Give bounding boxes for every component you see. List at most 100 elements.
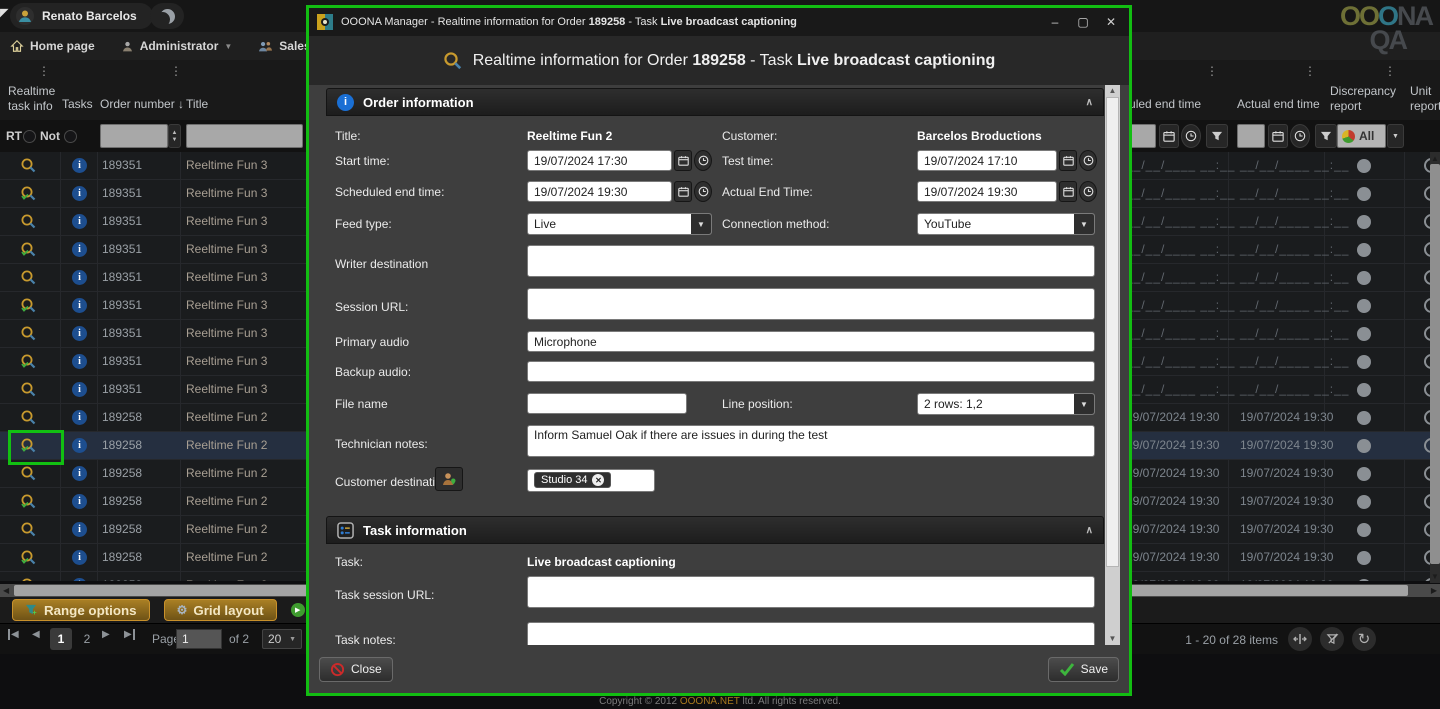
scroll-left-icon[interactable]: ◀ xyxy=(3,584,9,597)
scheduled-calendar-button[interactable] xyxy=(1159,124,1179,148)
task-info-button[interactable]: i xyxy=(72,466,87,481)
remove-tag-icon[interactable]: ✕ xyxy=(592,474,604,486)
collapse-chevron-icon[interactable]: ∧ xyxy=(1086,525,1093,536)
vertical-scrollbar[interactable]: ▲ ▼ xyxy=(1430,152,1440,583)
scheduled-end-input[interactable] xyxy=(527,181,672,202)
task-info-button[interactable]: i xyxy=(72,438,87,453)
scroll-up-icon[interactable]: ▲ xyxy=(1105,85,1120,97)
actual-calendar-button[interactable] xyxy=(1268,124,1288,148)
realtime-info-magnifier-button[interactable] xyxy=(20,437,38,455)
realtime-info-magnifier-button[interactable] xyxy=(20,297,38,315)
task-info-button[interactable]: i xyxy=(72,578,87,581)
title-filter-input[interactable] xyxy=(186,124,303,148)
technician-notes-textarea[interactable]: Inform Samuel Oak if there are issues in… xyxy=(527,425,1095,457)
test-time-button[interactable] xyxy=(1079,150,1097,171)
scheduled-time-button[interactable] xyxy=(1181,124,1201,148)
realtime-info-magnifier-button[interactable] xyxy=(20,241,38,259)
task-information-header[interactable]: Task information ∧ xyxy=(326,516,1104,544)
task-info-button[interactable]: i xyxy=(72,214,87,229)
dialog-scrollbar-thumb[interactable] xyxy=(1106,97,1119,567)
realtime-info-magnifier-button[interactable] xyxy=(20,409,38,427)
start-calendar-button[interactable] xyxy=(674,150,692,171)
user-menu[interactable]: Renato Barcelos xyxy=(10,3,153,29)
page-1-button[interactable]: 1 xyxy=(50,628,72,650)
realtime-info-magnifier-button[interactable] xyxy=(20,549,38,567)
line-position-select[interactable]: 2 rows: 1,2 ▼ xyxy=(917,393,1095,415)
task-info-button[interactable]: i xyxy=(72,494,87,509)
customer-destination-input[interactable]: Studio 34 ✕ xyxy=(527,469,655,492)
page-size-dropdown[interactable]: 20 ▼ xyxy=(262,629,302,649)
task-session-url-textarea[interactable] xyxy=(527,576,1095,608)
actual-calendar-button[interactable] xyxy=(1059,181,1077,202)
test-time-input[interactable] xyxy=(917,150,1057,171)
column-menu-icon[interactable]: ⋮ xyxy=(1304,64,1316,78)
realtime-info-magnifier-button[interactable] xyxy=(20,325,38,343)
discrepancy-dropdown-arrow[interactable]: ▼ xyxy=(1387,124,1404,148)
realtime-info-magnifier-button[interactable] xyxy=(20,185,38,203)
scheduled-calendar-button[interactable] xyxy=(674,181,692,202)
test-calendar-button[interactable] xyxy=(1059,150,1077,171)
minimize-button[interactable]: – xyxy=(1045,15,1065,29)
backup-audio-input[interactable] xyxy=(527,361,1095,382)
column-menu-icon[interactable]: ⋮ xyxy=(38,64,50,78)
col-discrepancy-report[interactable]: Discrepancy report xyxy=(1330,84,1404,114)
realtime-info-magnifier-button[interactable] xyxy=(20,465,38,483)
collapse-chevron-icon[interactable]: ∧ xyxy=(1086,97,1093,108)
discrepancy-filter-dropdown[interactable]: All xyxy=(1337,124,1386,148)
clear-filters-button[interactable] xyxy=(1320,627,1344,651)
scroll-down-icon[interactable]: ▼ xyxy=(1105,633,1120,645)
actual-end-filter-input[interactable] xyxy=(1237,124,1265,148)
start-time-input[interactable] xyxy=(527,150,672,171)
task-info-button[interactable]: i xyxy=(72,298,87,313)
primary-audio-input[interactable] xyxy=(527,331,1095,352)
col-title[interactable]: Title xyxy=(186,97,208,112)
task-info-button[interactable]: i xyxy=(72,242,87,257)
session-url-textarea[interactable] xyxy=(527,288,1095,320)
actual-time-button[interactable] xyxy=(1079,181,1097,202)
task-info-button[interactable]: i xyxy=(72,158,87,173)
next-page-button[interactable]: ▶ xyxy=(102,629,110,640)
range-options-button[interactable]: + Range options xyxy=(12,599,150,621)
theme-toggle-button[interactable] xyxy=(150,3,184,29)
not-radio[interactable] xyxy=(64,130,77,143)
realtime-info-magnifier-button[interactable] xyxy=(20,521,38,539)
actual-end-input[interactable] xyxy=(917,181,1057,202)
spinner-down-icon[interactable]: ▼ xyxy=(172,137,178,143)
nav-home[interactable]: Home page xyxy=(10,39,95,53)
task-info-button[interactable]: i xyxy=(72,326,87,341)
task-info-button[interactable]: i xyxy=(72,270,87,285)
last-page-button[interactable]: ▶ xyxy=(124,629,135,640)
task-info-button[interactable]: i xyxy=(72,522,87,537)
vertical-scrollbar-thumb[interactable] xyxy=(1430,164,1440,564)
refresh-button[interactable]: ↻ xyxy=(1352,627,1376,651)
connection-method-select[interactable]: YouTube ▼ xyxy=(917,213,1095,235)
scroll-right-icon[interactable]: ▶ xyxy=(1431,584,1437,597)
grid-layout-button[interactable]: ⚙ Grid layout xyxy=(164,599,277,621)
task-notes-textarea[interactable] xyxy=(527,622,1095,645)
order-information-header[interactable]: i Order information ∧ xyxy=(326,88,1104,116)
dialog-titlebar[interactable]: OOONA Manager - Realtime information for… xyxy=(309,8,1129,36)
spinner-up-icon[interactable]: ▲ xyxy=(172,130,178,136)
actual-filter-button[interactable] xyxy=(1315,124,1337,148)
task-info-button[interactable]: i xyxy=(72,354,87,369)
column-menu-icon[interactable]: ⋮ xyxy=(1206,64,1218,78)
actual-time-button[interactable] xyxy=(1290,124,1310,148)
rt-radio[interactable] xyxy=(23,130,36,143)
scheduled-time-button[interactable] xyxy=(694,181,712,202)
task-info-button[interactable]: i xyxy=(72,382,87,397)
realtime-info-magnifier-button[interactable] xyxy=(20,381,38,399)
scheduled-end-filter-input[interactable] xyxy=(1128,124,1156,148)
realtime-info-magnifier-button[interactable] xyxy=(20,157,38,175)
scroll-down-icon[interactable]: ▼ xyxy=(1430,570,1440,583)
brand-link[interactable]: OOONA.NET xyxy=(680,696,740,707)
task-info-button[interactable]: i xyxy=(72,186,87,201)
nav-administrator[interactable]: Administrator▼ xyxy=(121,39,233,53)
scheduled-filter-button[interactable] xyxy=(1206,124,1228,148)
task-info-button[interactable]: i xyxy=(72,410,87,425)
prev-page-button[interactable]: ◀ xyxy=(32,629,40,640)
col-tasks[interactable]: Tasks xyxy=(62,97,93,112)
col-unit-report[interactable]: Unit report xyxy=(1410,84,1440,114)
order-number-filter-input[interactable] xyxy=(100,124,168,148)
fit-columns-button[interactable] xyxy=(1288,627,1312,651)
column-menu-icon[interactable]: ⋮ xyxy=(1384,64,1396,78)
